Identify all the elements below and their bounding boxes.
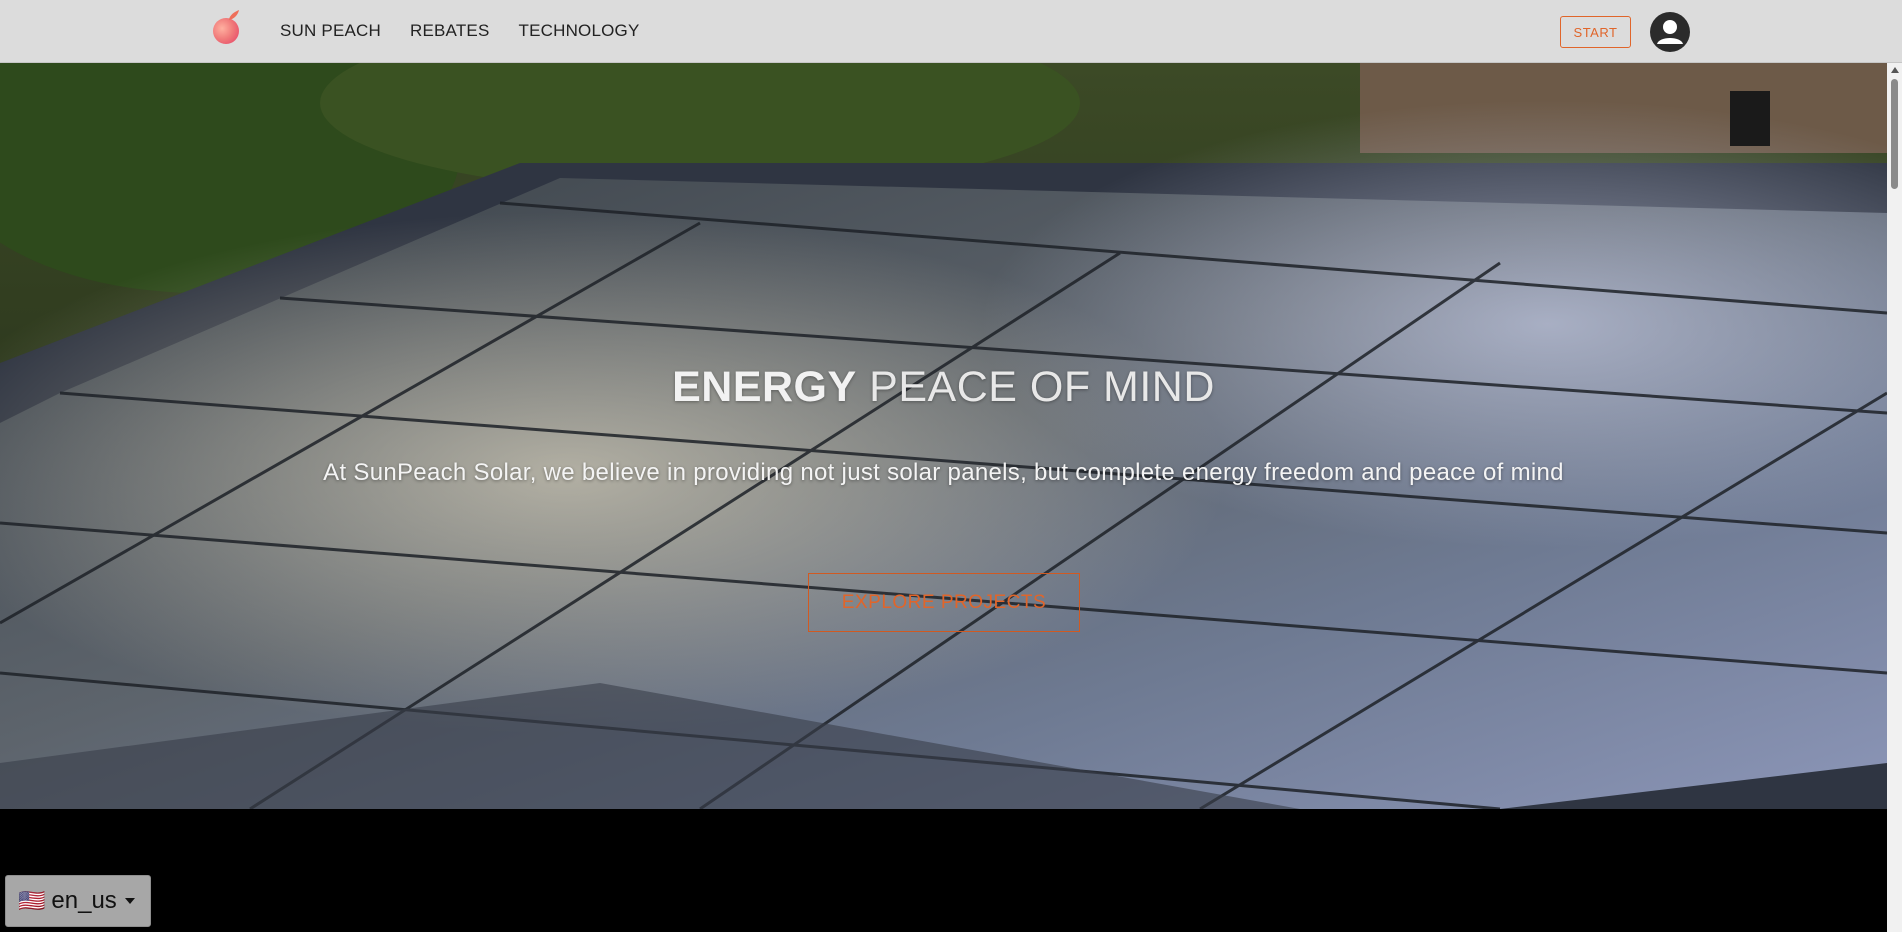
nav-link-technology[interactable]: TECHNOLOGY bbox=[519, 21, 640, 41]
hero-title-rest: PEACE OF MIND bbox=[856, 363, 1215, 411]
top-navbar: SUN PEACH REBATES TECHNOLOGY START bbox=[0, 0, 1902, 63]
scrollbar-thumb[interactable] bbox=[1891, 79, 1898, 189]
solar-panel-roof-image bbox=[0, 63, 1887, 809]
language-value: en_us bbox=[51, 887, 117, 914]
scroll-up-arrow-icon[interactable] bbox=[1891, 67, 1899, 73]
caret-down-icon bbox=[124, 898, 135, 904]
start-button[interactable]: START bbox=[1560, 16, 1631, 48]
primary-nav: SUN PEACH REBATES TECHNOLOGY bbox=[280, 0, 669, 62]
us-flag-icon: 🇺🇸 bbox=[18, 888, 46, 913]
nav-link-rebates[interactable]: REBATES bbox=[410, 21, 490, 41]
language-selector[interactable]: 🇺🇸 en_us bbox=[5, 875, 151, 927]
hero-title: ENERGY PEACE OF MIND bbox=[0, 363, 1887, 412]
hero-title-bold: ENERGY bbox=[672, 363, 857, 411]
user-account-icon[interactable] bbox=[1650, 12, 1690, 52]
explore-projects-button[interactable]: EXPLORE PROJECTS bbox=[808, 573, 1080, 632]
page-scrollbar[interactable] bbox=[1887, 63, 1902, 932]
peach-logo-icon[interactable] bbox=[211, 9, 243, 45]
hero-subtitle: At SunPeach Solar, we believe in providi… bbox=[323, 459, 1564, 486]
nav-link-sun-peach[interactable]: SUN PEACH bbox=[280, 21, 381, 41]
hero-section: ENERGY PEACE OF MIND At SunPeach Solar, … bbox=[0, 63, 1887, 809]
